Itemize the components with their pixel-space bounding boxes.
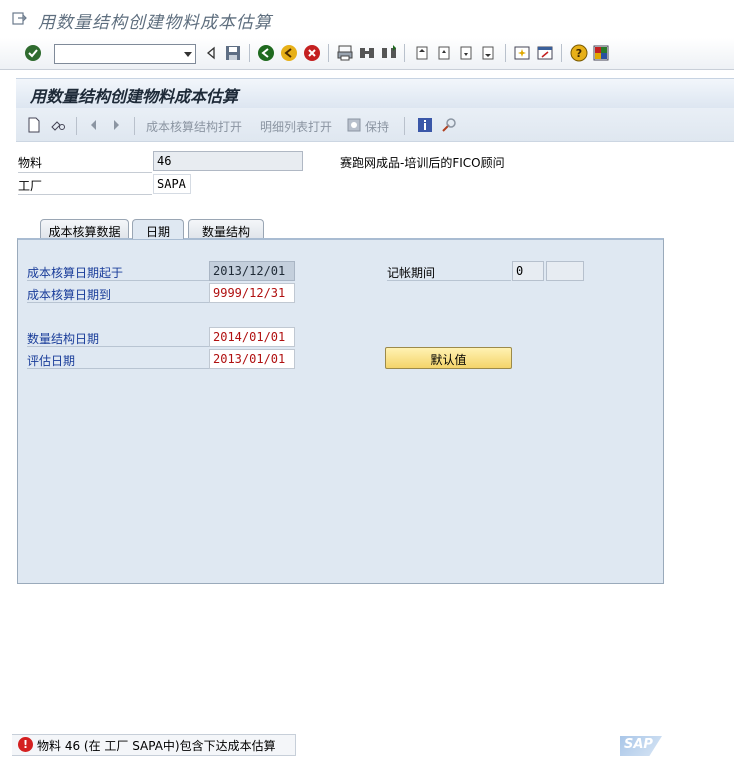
- costing-date-to-field[interactable]: 9999/12/31: [209, 283, 295, 303]
- tab-quantity-structure[interactable]: 数量结构: [188, 219, 264, 239]
- posting-year-field[interactable]: [546, 261, 584, 281]
- costing-date-from-field[interactable]: 2013/12/01: [209, 261, 295, 281]
- valuation-date-label: 评估日期: [27, 354, 76, 368]
- exit-icon[interactable]: [280, 44, 298, 62]
- material-field[interactable]: 46: [153, 151, 303, 171]
- tab-costing-data[interactable]: 成本核算数据: [40, 219, 129, 239]
- chevron-down-icon[interactable]: [184, 52, 192, 57]
- help-icon[interactable]: ?: [570, 44, 588, 62]
- plant-label: 工厂: [18, 179, 43, 193]
- itemization-open-button[interactable]: 明细列表打开: [260, 118, 332, 135]
- toolbar-separator: [404, 44, 405, 62]
- save-button[interactable]: 保持: [365, 118, 389, 135]
- posting-period-label: 记帐期间: [387, 266, 436, 280]
- last-page-icon[interactable]: [479, 44, 497, 62]
- previous-icon[interactable]: [86, 117, 102, 133]
- costing-date-to-label: 成本核算日期到: [27, 288, 112, 302]
- settings-wrench-icon[interactable]: [441, 117, 457, 133]
- toolbar-separator: [404, 117, 405, 135]
- previous-page-icon[interactable]: [435, 44, 453, 62]
- back-icon[interactable]: [202, 44, 220, 62]
- qty-structure-date-field[interactable]: 2014/01/01: [209, 327, 295, 347]
- material-label: 物料: [18, 156, 43, 170]
- first-page-icon[interactable]: [413, 44, 431, 62]
- divider: [18, 194, 152, 195]
- status-message[interactable]: 物料 46 (在 工厂 SAPA中)包含下达成本估算: [37, 737, 276, 754]
- tab-dates[interactable]: 日期: [132, 219, 184, 239]
- default-values-button[interactable]: 默认值: [385, 347, 512, 369]
- posting-period-field[interactable]: 0: [512, 261, 544, 281]
- print-icon[interactable]: [336, 44, 354, 62]
- new-document-icon[interactable]: [26, 117, 42, 133]
- svg-text:?: ?: [576, 47, 582, 60]
- info-icon[interactable]: [417, 117, 433, 133]
- toolbar-separator: [561, 44, 562, 62]
- cancel-icon[interactable]: [303, 44, 321, 62]
- qty-structure-date-label: 数量结构日期: [27, 332, 100, 346]
- tab-panel-dates: [17, 238, 664, 584]
- page-title: 用数量结构创建物料成本估算: [30, 87, 239, 106]
- valuation-date-field[interactable]: 2013/01/01: [209, 349, 295, 369]
- divider: [27, 302, 209, 303]
- material-description: 赛跑网成品-培训后的FICO顾问: [340, 156, 505, 170]
- divider: [27, 346, 209, 347]
- layout-menu-icon[interactable]: [592, 44, 610, 62]
- find-icon[interactable]: [358, 44, 376, 62]
- new-session-icon[interactable]: [513, 44, 531, 62]
- shortcut-icon[interactable]: [536, 44, 554, 62]
- find-next-icon[interactable]: [380, 44, 398, 62]
- toolbar-separator: [76, 117, 77, 135]
- save-costing-icon[interactable]: [346, 117, 362, 133]
- toolbar-separator: [249, 44, 250, 62]
- divider: [387, 280, 511, 281]
- divider: [27, 368, 209, 369]
- save-icon[interactable]: [224, 44, 242, 62]
- toolbar-separator: [134, 117, 135, 135]
- window-menu-icon[interactable]: [12, 10, 28, 26]
- toolbar-separator: [328, 44, 329, 62]
- display-change-icon[interactable]: [50, 117, 66, 133]
- plant-field: SAPA: [153, 174, 191, 194]
- command-field[interactable]: [54, 44, 196, 64]
- next-icon[interactable]: [108, 117, 124, 133]
- next-page-icon[interactable]: [457, 44, 475, 62]
- costing-structure-open-button[interactable]: 成本核算结构打开: [146, 118, 242, 135]
- error-icon: !: [18, 737, 33, 752]
- green-back-icon[interactable]: [257, 44, 275, 62]
- screen-title-bar: 用数量结构创建物料成本估算: [16, 78, 734, 108]
- costing-date-from-label: 成本核算日期起于: [27, 266, 124, 280]
- window-title: 用数量结构创建物料成本估算: [38, 13, 272, 33]
- divider: [27, 280, 209, 281]
- divider: [18, 172, 152, 173]
- toolbar-separator: [505, 44, 506, 62]
- enter-icon[interactable]: [24, 44, 42, 62]
- sap-logo: SAP: [620, 736, 662, 756]
